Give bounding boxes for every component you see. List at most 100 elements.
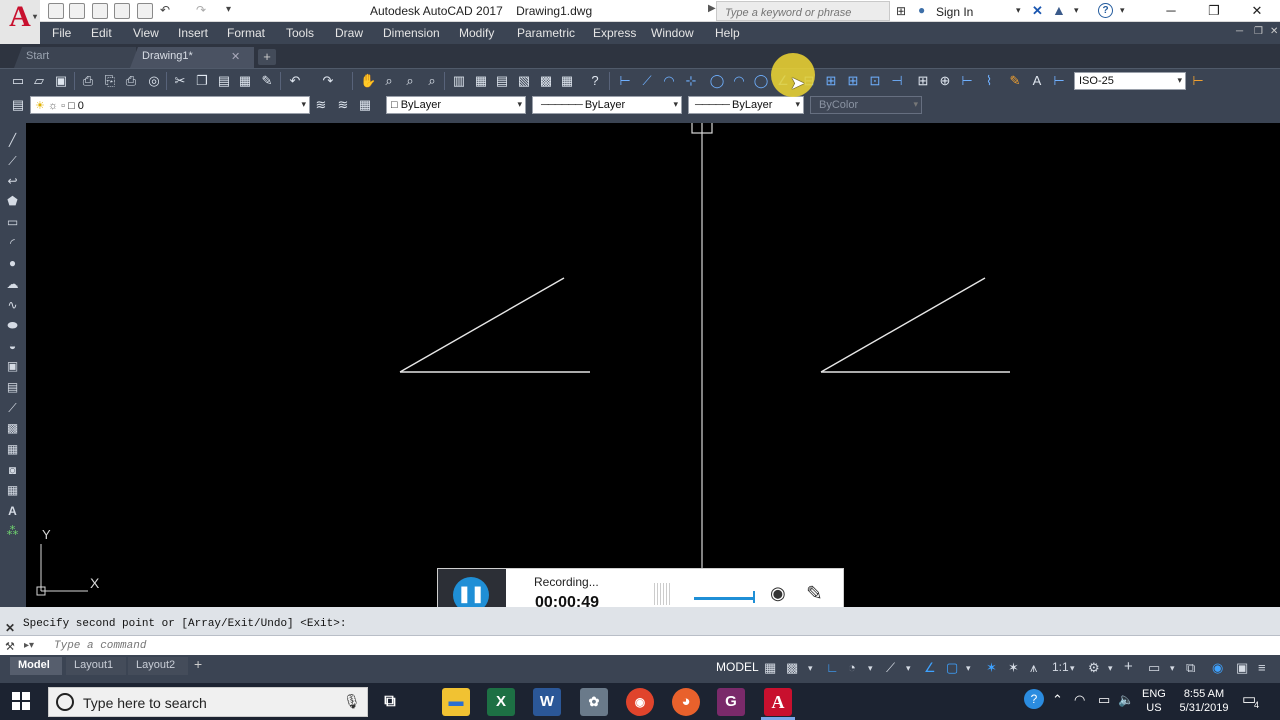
jogged-dimension-icon[interactable]: ◠	[731, 73, 747, 89]
chevron-down-icon[interactable]: ▾	[1016, 5, 1021, 16]
make-block-icon[interactable]: ▤	[5, 380, 20, 395]
tab-start[interactable]: Start	[14, 47, 136, 68]
chevron-down-icon[interactable]: ▾	[1108, 663, 1113, 674]
menu-file[interactable]: File	[52, 26, 71, 40]
close-button[interactable]: ✕	[1242, 2, 1272, 20]
save-as-icon[interactable]	[114, 3, 130, 19]
center-mark-icon[interactable]: ⊕	[937, 73, 953, 89]
sign-in-link[interactable]: Sign In	[936, 5, 973, 19]
qat-customize-icon[interactable]: ▾	[226, 4, 231, 15]
dimension-text-edit-icon[interactable]: A	[1029, 73, 1045, 89]
doc-restore-button[interactable]: ❐	[1254, 26, 1263, 37]
save-icon[interactable]: ▣	[53, 73, 69, 89]
chevron-down-icon[interactable]: ▾	[1170, 663, 1175, 674]
angle-line-copy[interactable]	[820, 277, 986, 373]
close-icon[interactable]: ✕	[5, 621, 15, 635]
snap-icon[interactable]: ▩	[786, 660, 798, 676]
insert-block-icon[interactable]: ▣	[5, 359, 20, 374]
hatch-icon[interactable]: ▩	[5, 421, 20, 436]
dimension-update-icon[interactable]: ⊢	[1051, 73, 1067, 89]
match-properties-icon[interactable]: ▦	[237, 73, 253, 89]
markup-icon[interactable]: ▩	[538, 73, 554, 89]
revision-cloud-icon[interactable]: ☁	[5, 277, 20, 292]
undo-icon[interactable]: ↶	[160, 3, 170, 17]
dimension-style-select[interactable]: ISO-25 ▾	[1074, 72, 1186, 90]
radius-dimension-icon[interactable]: ◯	[709, 73, 725, 89]
volume-slider-thumb[interactable]	[753, 591, 755, 603]
color-select[interactable]: □ ByLayer ▾	[386, 96, 526, 114]
add-selected-icon[interactable]: ⁂	[5, 524, 20, 539]
copy-icon[interactable]: ❐	[194, 73, 210, 89]
customization-icon[interactable]: ▣	[1236, 660, 1248, 676]
publish-icon[interactable]: ⎙	[123, 73, 139, 89]
help-icon[interactable]: ?	[587, 73, 603, 89]
menu-insert[interactable]: Insert	[178, 26, 208, 40]
task-view-icon[interactable]: ⧉	[376, 688, 404, 716]
auto-scale-icon[interactable]: ✶	[1008, 660, 1019, 676]
undo-icon[interactable]: ↶	[287, 73, 303, 89]
paste-icon[interactable]: ▤	[216, 73, 232, 89]
gradient-icon[interactable]: ▦	[5, 442, 20, 457]
ellipse-icon[interactable]: ⬬	[5, 318, 20, 333]
chevron-down-icon[interactable]: ▾	[808, 663, 813, 674]
plot-preview-icon[interactable]: ⎘	[102, 73, 118, 89]
drag-handle[interactable]	[654, 583, 672, 605]
binoculars-icon[interactable]: ⊞	[896, 4, 906, 18]
open-file-icon[interactable]	[69, 3, 85, 19]
recorder-app-icon[interactable]: G	[717, 688, 745, 716]
multiline-text-icon[interactable]: A	[5, 504, 20, 519]
autocad-taskbar-icon[interactable]: A	[764, 688, 792, 716]
new-tab-button[interactable]: +	[258, 49, 276, 65]
tolerance-icon[interactable]: ⊞	[915, 73, 931, 89]
tab-layout2[interactable]: Layout2	[128, 657, 188, 675]
firefox-icon[interactable]: ◕	[672, 688, 700, 716]
wrench-icon[interactable]: ⚒	[5, 640, 15, 653]
menu-edit[interactable]: Edit	[91, 26, 112, 40]
menu-help[interactable]: Help	[715, 26, 740, 40]
object-snap-tracking-icon[interactable]: ∠	[924, 660, 936, 676]
design-center-icon[interactable]: ◎	[146, 73, 162, 89]
table-icon[interactable]: ▦	[5, 483, 20, 498]
line-icon[interactable]: ╱	[5, 133, 20, 148]
inspect-icon[interactable]: ⊢	[959, 73, 975, 89]
command-input[interactable]	[54, 639, 1254, 653]
plot-icon[interactable]	[137, 3, 153, 19]
spline-icon[interactable]: ∿	[5, 298, 20, 313]
command-prompt-icon[interactable]: ▸▾	[24, 640, 34, 651]
taskbar-search[interactable]: Type here to search 🎙	[48, 687, 368, 717]
autodesk-app-store-icon[interactable]: ✕	[1032, 3, 1043, 19]
plot-icon[interactable]: ⎙	[80, 73, 96, 89]
chevron-down-icon[interactable]: ▾	[868, 663, 873, 674]
isodraft-icon[interactable]: ⟋	[886, 660, 895, 676]
annotation-scale-icon[interactable]: ⩚	[1030, 660, 1037, 676]
linear-dimension-icon[interactable]: ⊢	[617, 73, 633, 89]
menu-modify[interactable]: Modify	[459, 26, 494, 40]
polar-tracking-icon[interactable]: ◔	[848, 660, 856, 675]
webcam-icon[interactable]: ◉	[770, 583, 786, 604]
microphone-icon[interactable]: 🎙	[343, 693, 361, 710]
baseline-dimension-icon[interactable]: ⊞	[823, 73, 839, 89]
pen-icon[interactable]: ✎	[806, 581, 823, 606]
menu-icon[interactable]: ≡	[1258, 660, 1266, 675]
new-file-icon[interactable]	[48, 3, 64, 19]
chevron-down-icon[interactable]: ▾	[1070, 663, 1075, 674]
chevron-down-icon[interactable]: ▾	[906, 663, 911, 674]
rectangle-icon[interactable]: ▭	[5, 215, 20, 230]
dimension-style-manager-icon[interactable]: ⊢	[1190, 73, 1206, 89]
menu-dimension[interactable]: Dimension	[383, 26, 440, 40]
redo-icon[interactable]: ↷	[320, 73, 336, 89]
windows-start-button[interactable]	[12, 692, 30, 710]
clean-screen-icon[interactable]: ◉	[1212, 660, 1223, 676]
angle-line[interactable]	[399, 277, 565, 373]
doc-minimize-button[interactable]: ─	[1236, 26, 1243, 37]
a360-icon[interactable]: ▲	[1052, 2, 1066, 18]
ordinate-dimension-icon[interactable]: ⊹	[683, 73, 699, 89]
zoom-realtime-icon[interactable]: ⌕	[381, 73, 397, 89]
layer-state-icon[interactable]: ▦	[357, 97, 373, 113]
file-explorer-icon[interactable]: ▬	[442, 688, 470, 716]
lineweight-select[interactable]: ───── ByLayer ▾	[688, 96, 804, 114]
make-current-layer-icon[interactable]: ≋	[313, 97, 329, 113]
help-icon[interactable]: ?	[1098, 3, 1113, 18]
application-menu-button[interactable]: A ▾	[0, 0, 40, 44]
calculator-icon[interactable]: ▦	[559, 73, 575, 89]
